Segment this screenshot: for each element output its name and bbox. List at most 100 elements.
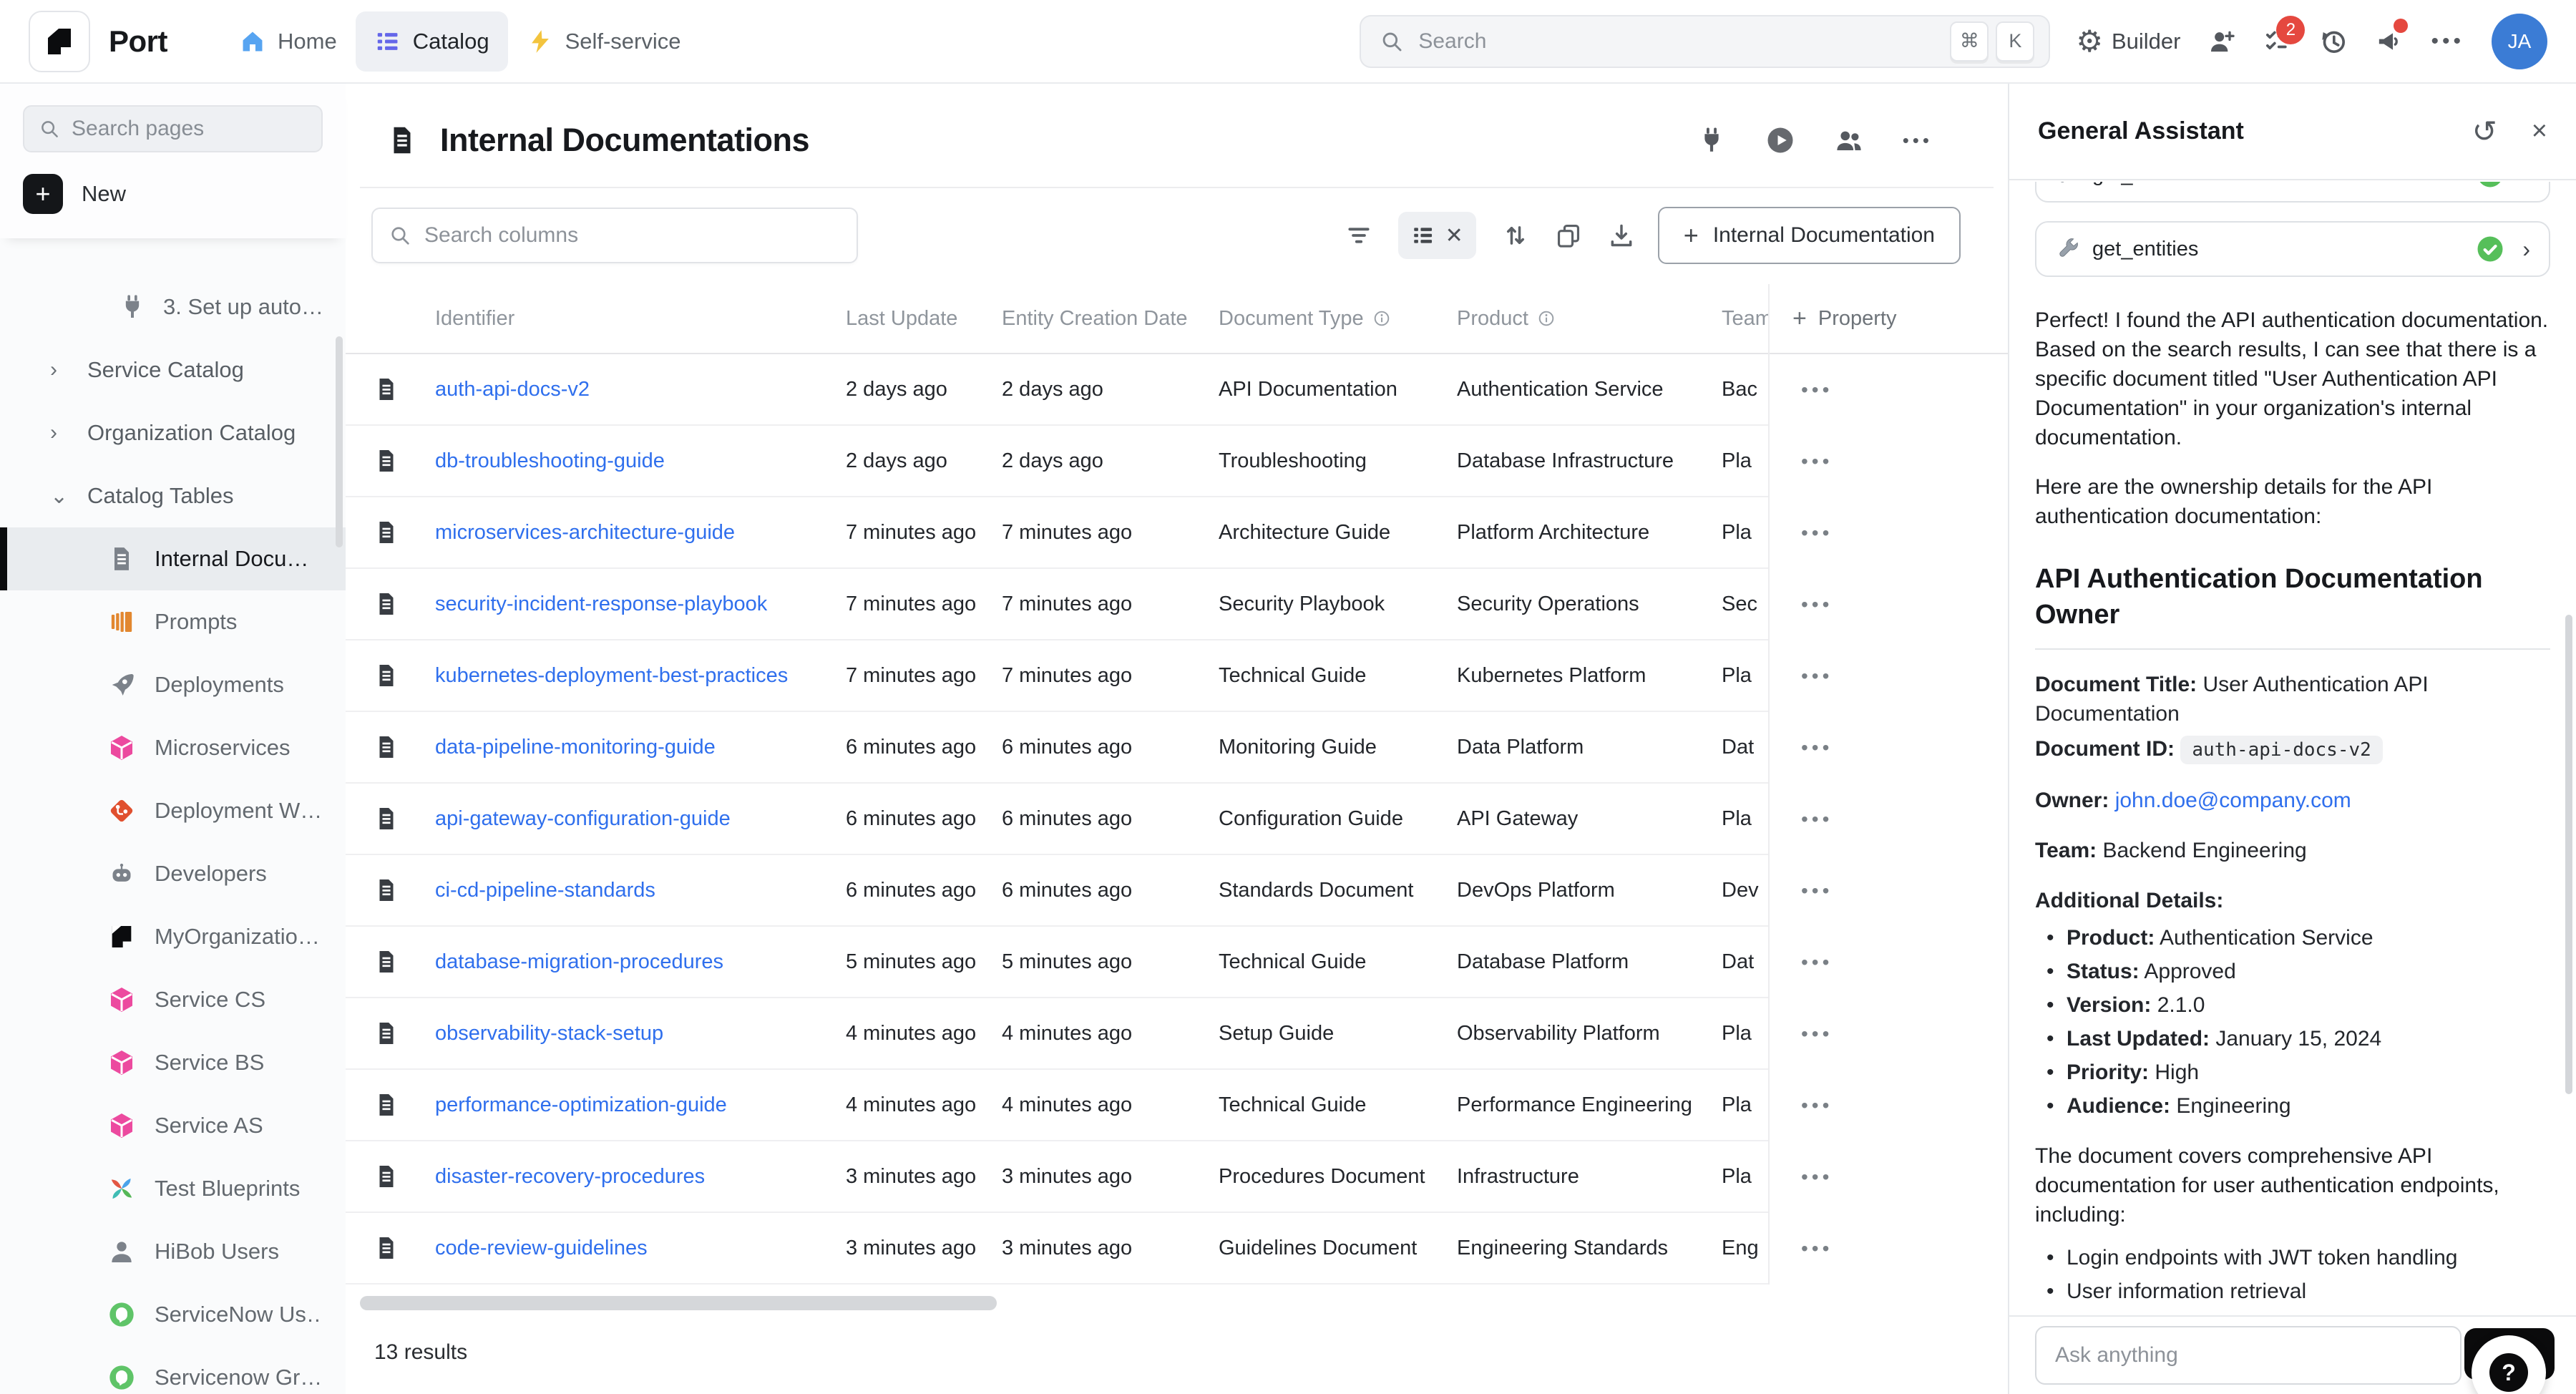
entity-identifier-link[interactable]: database-migration-procedures <box>435 950 723 973</box>
owner-email-link[interactable]: john.doe@company.com <box>2115 789 2351 812</box>
column-header-identifier[interactable]: Identifier <box>435 307 846 331</box>
play-icon[interactable] <box>1765 125 1795 155</box>
tasks-button[interactable]: 2 <box>2263 27 2292 56</box>
row-menu-button[interactable]: ••• <box>1801 808 1833 831</box>
builder-button[interactable]: ⚙Builder <box>2076 26 2180 57</box>
sidebar-item-service-bs[interactable]: Service BS <box>0 1031 346 1094</box>
add-internal-documentation-button[interactable]: + Internal Documentation <box>1658 207 1961 264</box>
search-columns[interactable] <box>371 208 858 263</box>
tool-call-card[interactable]: get_entities › <box>2035 182 2550 203</box>
global-search[interactable]: ⌘ K <box>1360 15 2050 68</box>
sidebar-item-my-organization[interactable]: MyOrganizatio… <box>0 905 346 968</box>
copy-icon[interactable] <box>1555 222 1582 249</box>
tab-self-service[interactable]: Self-service <box>508 11 700 72</box>
more-icon[interactable]: ••• <box>1903 130 1933 152</box>
sidebar-search-input[interactable] <box>72 117 348 141</box>
row-menu-button[interactable]: ••• <box>1801 736 1833 759</box>
table-row[interactable]: observability-stack-setup 4 minutes ago … <box>346 998 2008 1070</box>
entity-identifier-link[interactable]: code-review-guidelines <box>435 1237 648 1259</box>
assistant-scrollbar[interactable] <box>2565 615 2572 1094</box>
table-row[interactable]: data-pipeline-monitoring-guide 6 minutes… <box>346 712 2008 784</box>
sidebar-item-servicenow-groups[interactable]: Servicenow Gr… <box>0 1346 346 1394</box>
column-header-entity-creation-date[interactable]: Entity Creation Date <box>1002 307 1219 331</box>
ask-input[interactable] <box>2035 1326 2462 1385</box>
sidebar-item-developers[interactable]: Developers <box>0 842 346 905</box>
sidebar-item-service-as[interactable]: Service AS <box>0 1094 346 1157</box>
sidebar-item-internal-documentations[interactable]: Internal Docu… <box>0 527 346 590</box>
invite-user-button[interactable] <box>2207 27 2236 56</box>
port-logo[interactable] <box>29 11 90 72</box>
entity-identifier-link[interactable]: auth-api-docs-v2 <box>435 378 590 401</box>
column-header-document-type[interactable]: Document Type <box>1219 307 1457 331</box>
plug-icon[interactable] <box>1697 125 1727 155</box>
column-header-product[interactable]: Product <box>1457 307 1722 331</box>
sidebar-item-service-cs[interactable]: Service CS <box>0 968 346 1031</box>
sidebar-item-servicenow-users[interactable]: ServiceNow Us… <box>0 1283 346 1346</box>
announcements-button[interactable] <box>2375 27 2404 56</box>
entity-identifier-link[interactable]: observability-stack-setup <box>435 1022 663 1045</box>
reset-conversation-icon[interactable]: ↺ <box>2472 114 2497 149</box>
table-horizontal-scrollbar[interactable] <box>360 1296 997 1310</box>
download-icon[interactable] <box>1608 222 1635 249</box>
sidebar-item-setup-auto[interactable]: 3. Set up auto… <box>0 276 346 338</box>
sidebar-item-prompts[interactable]: Prompts <box>0 590 346 653</box>
filter-icon[interactable] <box>1345 222 1372 249</box>
row-menu-button[interactable]: ••• <box>1801 665 1833 688</box>
global-search-input[interactable] <box>1418 29 1943 54</box>
row-menu-button[interactable]: ••• <box>1801 379 1833 401</box>
column-header-last-update[interactable]: Last Update <box>846 307 1002 331</box>
group-by-control[interactable]: ✕ <box>1398 212 1476 259</box>
row-menu-button[interactable]: ••• <box>1801 1094 1833 1117</box>
row-menu-button[interactable]: ••• <box>1801 879 1833 902</box>
sidebar-section-catalog-tables[interactable]: ⌄Catalog Tables <box>0 464 346 527</box>
entity-identifier-link[interactable]: ci-cd-pipeline-standards <box>435 879 655 902</box>
table-row[interactable]: db-troubleshooting-guide 2 days ago 2 da… <box>346 426 2008 497</box>
add-property-button[interactable]: + Property <box>1770 284 2008 354</box>
row-menu-button[interactable]: ••• <box>1801 951 1833 974</box>
entity-identifier-link[interactable]: performance-optimization-guide <box>435 1093 727 1116</box>
new-button[interactable]: + New <box>23 174 323 214</box>
sidebar-item-deployment-workflows[interactable]: Deployment W… <box>0 779 346 842</box>
table-row[interactable]: ci-cd-pipeline-standards 6 minutes ago 6… <box>346 855 2008 927</box>
entity-identifier-link[interactable]: api-gateway-configuration-guide <box>435 807 731 830</box>
close-icon[interactable]: × <box>2532 116 2547 147</box>
table-row[interactable]: performance-optimization-guide 4 minutes… <box>346 1070 2008 1141</box>
table-row[interactable]: api-gateway-configuration-guide 6 minute… <box>346 784 2008 855</box>
table-row[interactable]: security-incident-response-playbook 7 mi… <box>346 569 2008 640</box>
row-menu-button[interactable]: ••• <box>1801 450 1833 473</box>
tab-home[interactable]: Home <box>220 11 356 72</box>
sidebar-item-microservices[interactable]: Microservices <box>0 716 346 779</box>
history-button[interactable] <box>2319 27 2348 56</box>
entity-identifier-link[interactable]: kubernetes-deployment-best-practices <box>435 664 788 687</box>
row-menu-button[interactable]: ••• <box>1801 522 1833 545</box>
row-menu-button[interactable]: ••• <box>1801 1023 1833 1046</box>
entity-identifier-link[interactable]: db-troubleshooting-guide <box>435 449 665 472</box>
entity-identifier-link[interactable]: data-pipeline-monitoring-guide <box>435 736 716 759</box>
row-menu-button[interactable]: ••• <box>1801 1166 1833 1189</box>
tool-call-card[interactable]: get_entities › <box>2035 221 2550 277</box>
row-menu-button[interactable]: ••• <box>1801 1237 1833 1260</box>
sidebar-scrollbar[interactable] <box>336 336 343 547</box>
table-row[interactable]: database-migration-procedures 5 minutes … <box>346 927 2008 998</box>
table-row[interactable]: microservices-architecture-guide 7 minut… <box>346 497 2008 569</box>
table-row[interactable]: auth-api-docs-v2 2 days ago 2 days ago A… <box>346 354 2008 426</box>
more-menu-button[interactable]: ••• <box>2431 29 2464 54</box>
row-menu-button[interactable]: ••• <box>1801 593 1833 616</box>
sidebar-section-service-catalog[interactable]: ›Service Catalog <box>0 338 346 401</box>
tab-catalog[interactable]: Catalog <box>356 11 508 72</box>
search-columns-input[interactable] <box>424 223 841 248</box>
sidebar-search[interactable] <box>23 105 323 152</box>
table-row[interactable]: kubernetes-deployment-best-practices 7 m… <box>346 640 2008 712</box>
sort-icon[interactable] <box>1502 222 1529 249</box>
sidebar-item-deployments[interactable]: Deployments <box>0 653 346 716</box>
entity-identifier-link[interactable]: disaster-recovery-procedures <box>435 1165 705 1188</box>
sidebar-item-test-blueprints[interactable]: Test Blueprints <box>0 1157 346 1220</box>
people-icon[interactable] <box>1834 125 1864 155</box>
entity-identifier-link[interactable]: microservices-architecture-guide <box>435 521 735 544</box>
entity-identifier-link[interactable]: security-incident-response-playbook <box>435 593 767 615</box>
sidebar-section-organization-catalog[interactable]: ›Organization Catalog <box>0 401 346 464</box>
sidebar-item-hibob-users[interactable]: HiBob Users <box>0 1220 346 1283</box>
table-row[interactable]: disaster-recovery-procedures 3 minutes a… <box>346 1141 2008 1213</box>
clear-group-icon[interactable]: ✕ <box>1445 223 1463 248</box>
table-row[interactable]: code-review-guidelines 3 minutes ago 3 m… <box>346 1213 2008 1285</box>
